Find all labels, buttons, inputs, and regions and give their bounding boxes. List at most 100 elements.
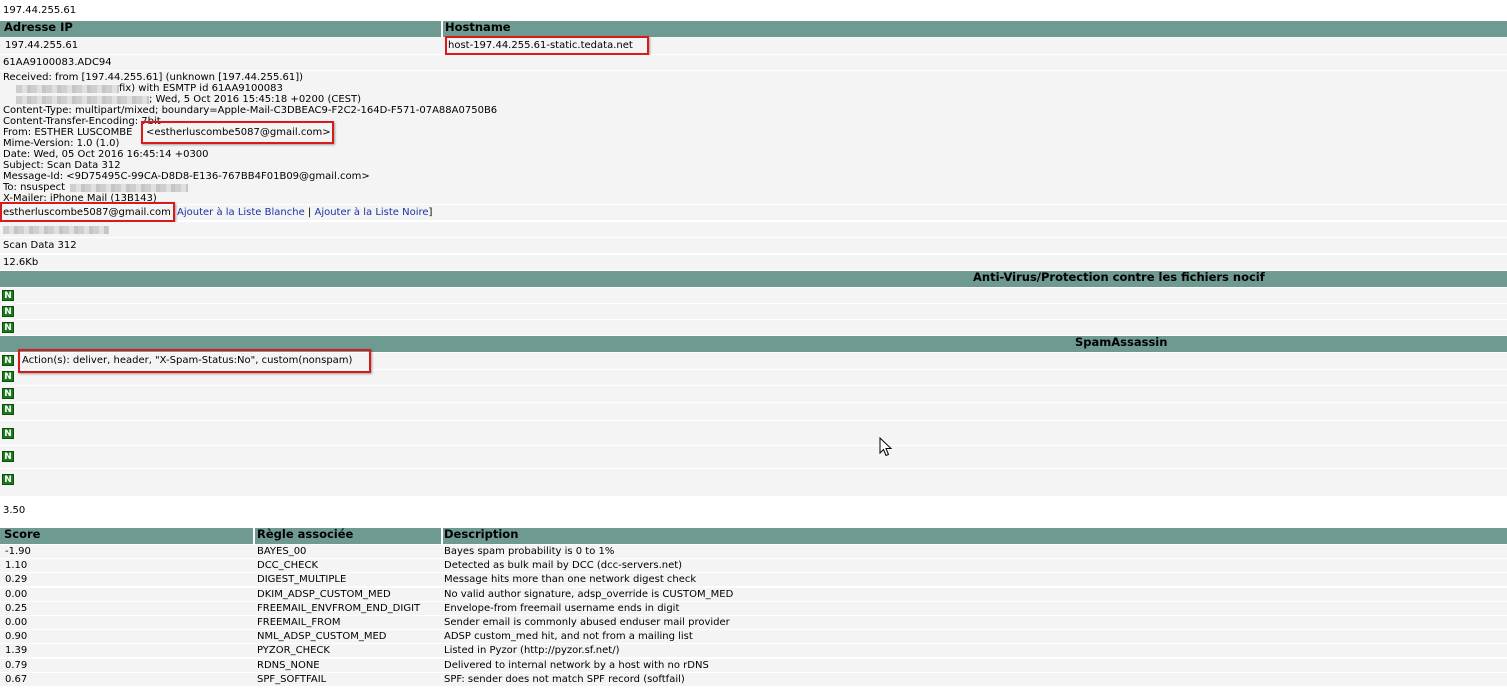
- redacted-text: [70, 184, 188, 192]
- table-row: [0, 630, 1507, 643]
- description-cell: No valid author signature, adsp_override…: [444, 589, 734, 600]
- blacklist-link[interactable]: Ajouter à la Liste Noire: [314, 207, 428, 218]
- status-badge: N: [2, 451, 14, 462]
- rule-cell: PYZOR_CHECK: [257, 645, 330, 656]
- col-header-rule: Règle associée: [257, 527, 354, 541]
- mouse-cursor-icon: [879, 437, 893, 457]
- description-cell: Bayes spam probability is 0 to 1%: [444, 546, 615, 557]
- rule-cell: FREEMAIL_ENVFROM_END_DIGIT: [257, 603, 421, 614]
- rule-cell: DKIM_ADSP_CUSTOM_MED: [257, 589, 391, 600]
- column-divider: [441, 21, 443, 37]
- link-separator: |: [307, 207, 312, 218]
- row-separator: [0, 420, 1507, 421]
- row-separator: [0, 303, 1507, 304]
- rule-cell: DIGEST_MULTIPLE: [257, 574, 347, 585]
- col-header-ip: Adresse IP: [4, 20, 73, 34]
- table-row: [0, 573, 1507, 586]
- table-row: [0, 559, 1507, 572]
- table-row: [0, 616, 1507, 629]
- header-received-1: Received: from [197.44.255.61] (unknown …: [3, 72, 304, 83]
- antivirus-title: Anti-Virus/Protection contre les fichier…: [973, 270, 1265, 284]
- top-ip: 197.44.255.61: [3, 5, 77, 16]
- antivirus-header: Anti-Virus/Protection contre les fichier…: [0, 271, 1507, 287]
- header-subject: Subject: Scan Data 312: [3, 160, 121, 171]
- status-badge: N: [2, 290, 14, 301]
- score-cell: 0.67: [5, 674, 28, 685]
- score-cell: 0.25: [5, 603, 28, 614]
- header-date: Date: Wed, 05 Oct 2016 16:45:14 +0300: [3, 149, 209, 160]
- score-cell: 0.79: [5, 660, 28, 671]
- table-row: [0, 545, 1507, 558]
- description-cell: SPF: sender does not match SPF record (s…: [444, 674, 685, 685]
- description-cell: Listed in Pyzor (http://pyzor.sf.net/): [444, 645, 620, 656]
- score-cell: -1.90: [5, 546, 31, 557]
- action-highlight-box: [18, 349, 371, 373]
- from-highlight-box: [141, 121, 334, 144]
- bracket-close: ]: [428, 207, 433, 218]
- description-cell: Envelope-from freemail username ends in …: [444, 603, 680, 614]
- redacted-text: [16, 96, 149, 104]
- description-cell: Delivered to internal network by a host …: [444, 660, 709, 671]
- redacted-text: [16, 85, 119, 93]
- subject-value: Scan Data 312: [3, 240, 77, 251]
- col-header-hostname: Hostname: [445, 20, 511, 34]
- status-badge: N: [2, 474, 14, 485]
- rule-cell: DCC_CHECK: [257, 560, 319, 571]
- description-cell: Message hits more than one network diges…: [444, 574, 697, 585]
- table-row: [0, 659, 1507, 672]
- col-header-description: Description: [444, 527, 519, 541]
- table-row: [0, 673, 1507, 686]
- spamassassin-title: SpamAssassin: [1075, 335, 1168, 349]
- row-separator: [0, 319, 1507, 320]
- score-cell: 0.00: [5, 617, 28, 628]
- column-divider: [253, 528, 255, 544]
- whitelist-link[interactable]: Ajouter à la Liste Blanche: [177, 207, 305, 218]
- header-to: To: nsuspect: [3, 182, 66, 193]
- message-size: 12.6Kb: [3, 257, 39, 268]
- score-cell: 0.00: [5, 589, 28, 600]
- description-cell: Sender email is commonly abused enduser …: [444, 617, 730, 628]
- col-header-score: Score: [4, 527, 41, 541]
- column-divider: [441, 528, 443, 544]
- rule-cell: NML_ADSP_CUSTOM_MED: [257, 631, 387, 642]
- rule-cell: BAYES_00: [257, 546, 307, 557]
- description-cell: Detected as bulk mail by DCC (dcc-server…: [444, 560, 683, 571]
- score-cell: 0.90: [5, 631, 28, 642]
- size-row: [0, 255, 1507, 270]
- row-separator: [0, 402, 1507, 403]
- hostname-highlight-box: [445, 36, 649, 55]
- status-badge: N: [2, 388, 14, 399]
- header-mime: Mime-Version: 1.0 (1.0): [3, 138, 120, 149]
- score-cell: 0.29: [5, 574, 28, 585]
- status-badge: N: [2, 322, 14, 333]
- status-badge: N: [2, 404, 14, 415]
- sender-highlight-box: [0, 202, 175, 222]
- row-separator: [0, 445, 1507, 446]
- status-badge: N: [2, 371, 14, 382]
- header-cte: Content-Transfer-Encoding: 7bit: [3, 116, 161, 127]
- score-cell: 1.10: [5, 560, 28, 571]
- header-received-2: fix) with ESMTP id 61AA9100083: [119, 83, 283, 94]
- message-id: 61AA9100083.ADC94: [3, 57, 112, 68]
- score-table-header: Score Règle associée Description: [0, 528, 1507, 544]
- redacted-text: [3, 226, 109, 234]
- description-cell: ADSP custom_med hit, and not from a mail…: [444, 631, 693, 642]
- status-badge: N: [2, 355, 14, 366]
- header-message-id: Message-Id: <9D75495C-99CA-D8D8-E136-767…: [3, 171, 370, 182]
- spamassassin-rows: [0, 353, 1507, 496]
- status-badge: N: [2, 428, 14, 439]
- header-from: From: ESTHER LUSCOMBE: [3, 127, 133, 138]
- subject-row: [0, 238, 1507, 253]
- ip-table-header: Adresse IP Hostname: [0, 21, 1507, 37]
- rule-cell: FREEMAIL_FROM: [257, 617, 341, 628]
- row-separator: [0, 385, 1507, 386]
- ip-value: 197.44.255.61: [5, 40, 79, 51]
- row-separator: [0, 468, 1507, 469]
- header-received-3: ; Wed, 5 Oct 2016 15:45:18 +0200 (CEST): [149, 94, 362, 105]
- status-badge: N: [2, 306, 14, 317]
- ip-row: [0, 37, 1507, 54]
- antivirus-rows: [0, 288, 1507, 335]
- sender-actions: Ajouter à la Liste Blanche | Ajouter à l…: [177, 207, 432, 218]
- score-cell: 1.39: [5, 645, 28, 656]
- spam-score: 3.50: [3, 505, 26, 516]
